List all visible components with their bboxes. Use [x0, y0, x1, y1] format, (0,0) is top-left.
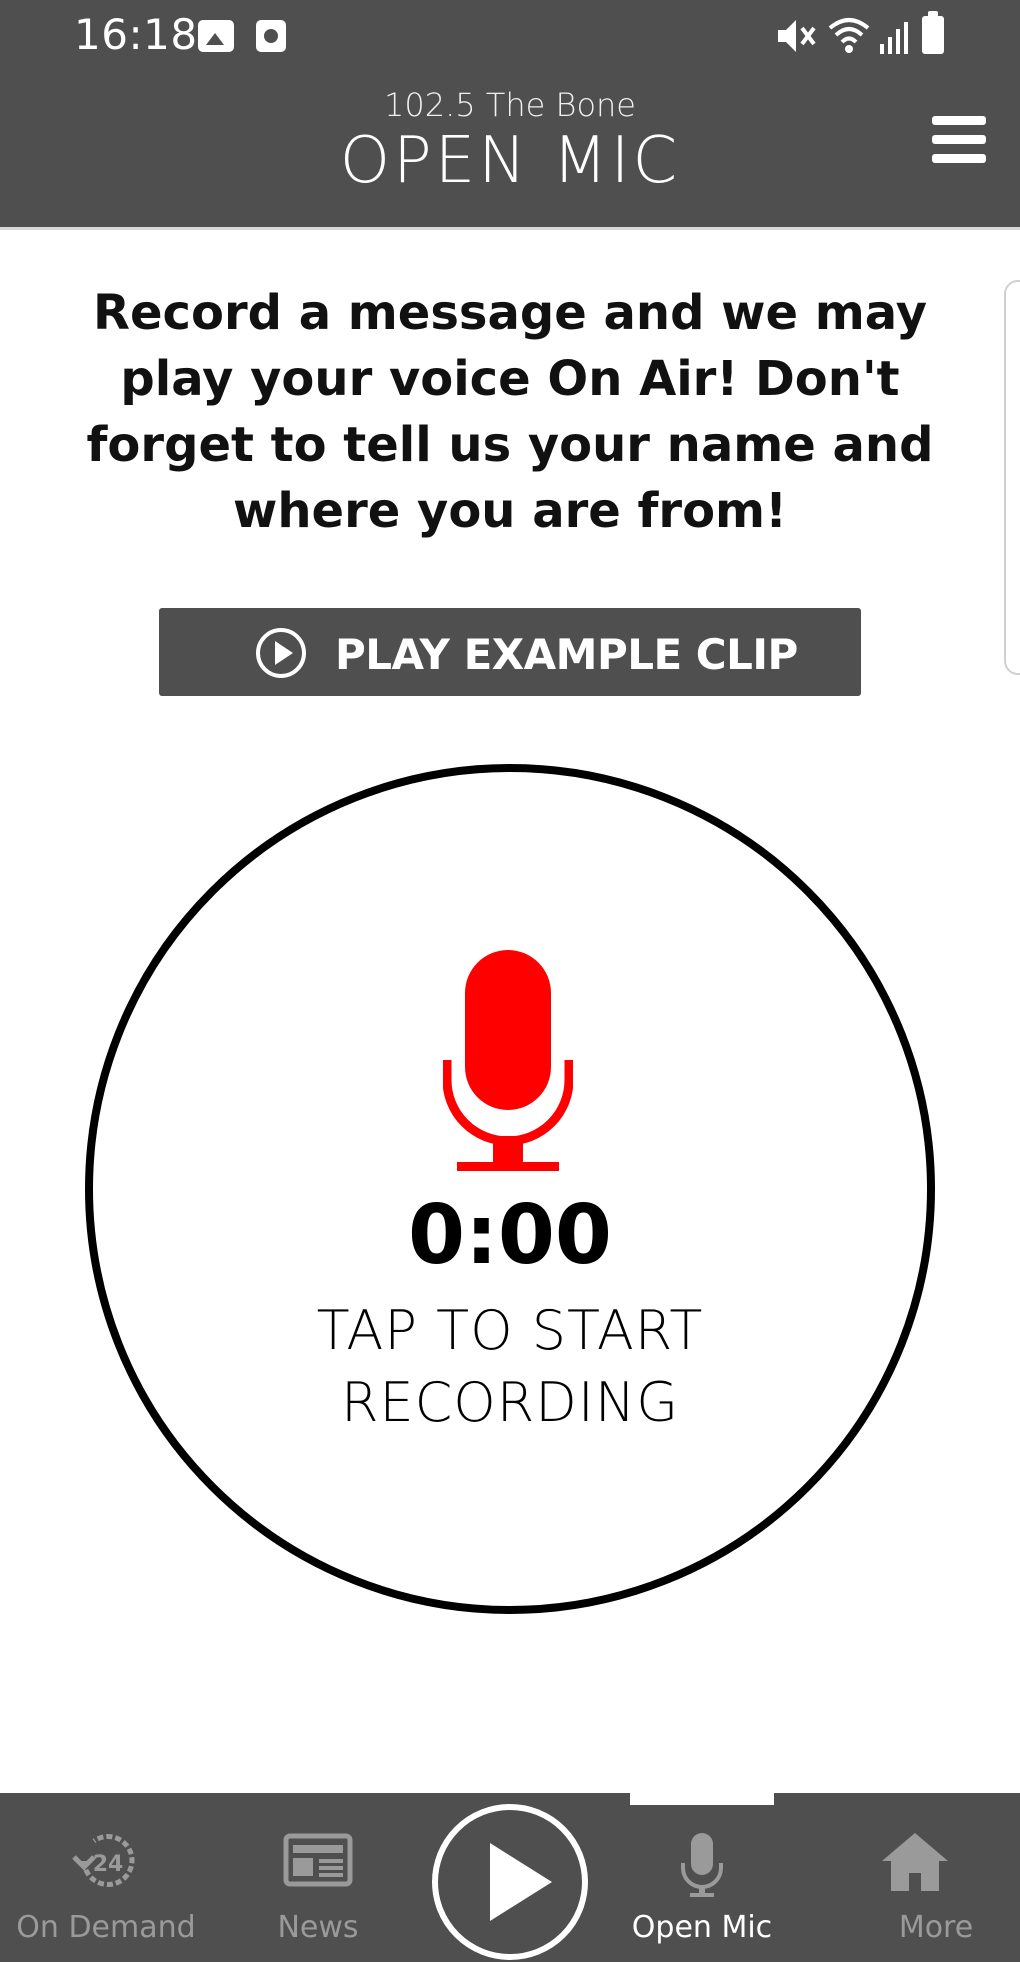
play-circle-icon — [256, 628, 306, 678]
status-bar: 16:18 — [0, 0, 1020, 72]
on-demand-24-icon: 24 — [72, 1834, 135, 1887]
station-name: 102.5 The Bone — [384, 86, 636, 124]
record-prompt: TAP TO START RECORDING — [0, 1295, 1020, 1439]
nav-item-more[interactable]: More — [852, 1793, 1020, 1962]
record-prompt-line2: RECORDING — [340, 1371, 680, 1434]
header-divider — [0, 227, 1020, 230]
play-example-clip-label: PLAY EXAMPLE CLIP — [335, 630, 798, 679]
battery-icon — [922, 11, 944, 54]
hamburger-menu-icon[interactable] — [932, 116, 986, 164]
nav-label-on-demand: On Demand — [16, 1910, 196, 1945]
play-example-clip-button[interactable]: PLAY EXAMPLE CLIP — [159, 608, 861, 696]
app-header: 102.5 The Bone OPEN MIC — [0, 72, 1020, 227]
mute-icon — [778, 20, 816, 52]
page-title: OPEN MIC — [339, 124, 681, 198]
nav-item-on-demand[interactable]: 24 On Demand — [0, 1793, 212, 1962]
instructions-text: Record a message and we may play your vo… — [86, 285, 934, 539]
nav-label-open-mic: Open Mic — [631, 1910, 773, 1945]
nav-item-open-mic[interactable]: Open Mic — [630, 1793, 774, 1962]
recording-timer: 0:00 — [408, 1188, 612, 1283]
microphone-icon — [681, 1833, 723, 1897]
svg-text:24: 24 — [93, 1852, 124, 1877]
home-icon — [882, 1833, 948, 1891]
play-icon[interactable] — [432, 1804, 588, 1960]
microphone-icon — [443, 950, 573, 1171]
nav-item-news[interactable]: News — [212, 1793, 424, 1962]
newspaper-icon — [283, 1833, 353, 1887]
screen-record-icon — [256, 20, 286, 52]
side-drawer-handle[interactable] — [1004, 280, 1020, 675]
gallery-icon — [198, 20, 234, 52]
record-prompt-line1: TAP TO START — [316, 1299, 704, 1362]
active-tab-indicator — [630, 1793, 774, 1805]
nav-label-more: More — [898, 1910, 974, 1945]
nav-label-news: News — [277, 1910, 359, 1945]
wifi-icon — [828, 18, 870, 53]
status-time: 16:18 — [74, 10, 198, 59]
signal-icon — [880, 22, 908, 54]
